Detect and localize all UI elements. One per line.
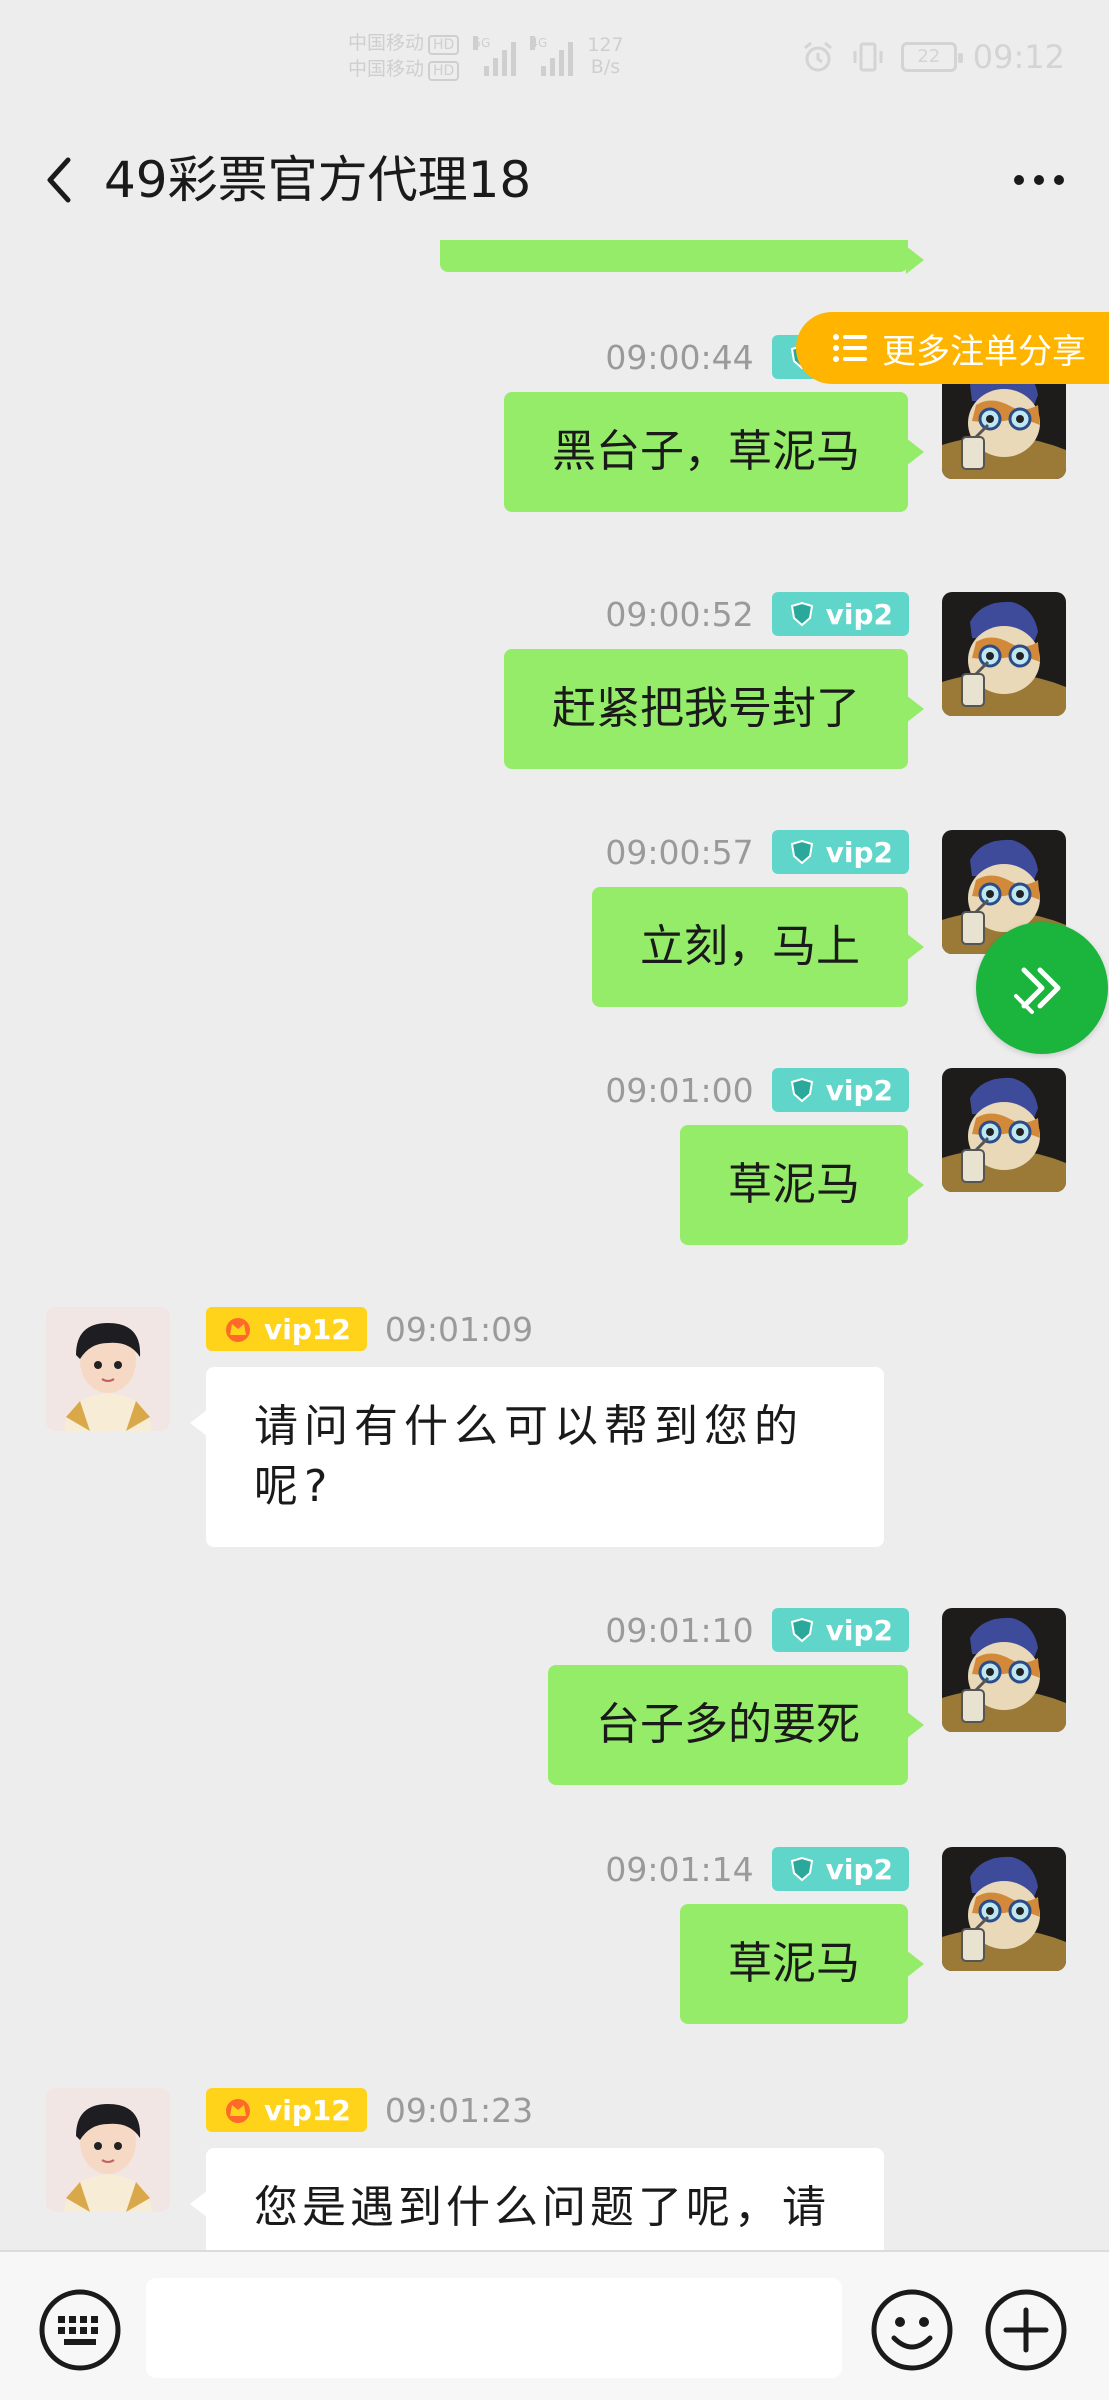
message-bubble[interactable]: 赶紧把我号封了 [504,649,924,769]
vip-badge: vip12 [206,2088,367,2132]
chat-title: 49彩票官方代理18 [104,151,532,209]
network-status: 中国移动 HD 中国移动 HD 5G 4G 127 B/s [348,30,624,82]
hd-badge: HD [428,35,460,55]
message-time: 09:00:44 [605,337,754,377]
message-bubble[interactable]: 黑台子，草泥马 [504,392,924,512]
message-meta: vip12 09:01:09 [206,1307,533,1351]
message-input[interactable] [146,2278,842,2378]
message-row: 09:01:10 vip2 台子多的要死 [0,1608,1109,1785]
vip-badge: vip2 [771,830,909,874]
input-bar [0,2250,1109,2400]
cat-avatar-icon [942,1608,1066,1732]
network-rate: 127 B/s [587,34,624,78]
alarm-icon [803,41,832,72]
message-bubble[interactable]: 草泥马 [680,1125,924,1245]
message-row: vip12 09:01:09 请问有什么可以帮到您的 呢? [0,1307,1109,1547]
message-meta: 09:00:57 vip2 [605,830,909,874]
status-bar: 中国移动 HD 中国移动 HD 5G 4G 127 B/s 22 09:12 [0,0,1109,120]
message-time: 09:01:23 [384,2090,534,2130]
message-bubble[interactable]: 台子多的要死 [548,1665,924,1785]
share-label: 更多注单分享 [882,331,1086,372]
cat-avatar-icon [942,592,1066,716]
signal-5g-icon: 5G [473,36,517,76]
vip-shield-icon [790,1077,813,1103]
chat-header: 49彩票官方代理18 [0,120,1109,240]
message-row: 09:00:52 vip2 赶紧把我号封了 [0,592,1109,769]
message-meta: 09:01:00 vip2 [605,1068,909,1112]
message-time: 09:01:14 [605,1849,754,1889]
smiley-icon[interactable] [870,2288,954,2372]
carrier-list: 中国移动 HD 中国移动 HD [348,30,460,82]
battery-icon: 22 [900,42,963,72]
agent-avatar-icon [46,2088,170,2212]
vip-shield-icon [790,601,813,627]
signal-4g-icon: 4G [530,36,574,76]
vip-shield-icon [790,839,813,865]
message-bubble[interactable]: 草泥马 [680,1904,924,2024]
message-row: 09:01:14 vip2 草泥马 [0,1847,1109,2024]
agent-avatar[interactable] [46,2088,170,2212]
message-meta: 09:00:52 vip2 [605,592,909,636]
message-meta: 09:01:14 vip2 [605,1847,909,1891]
vip-badge: vip2 [771,1608,909,1652]
carrier-1: 中国移动 HD [348,30,460,56]
message-bubble[interactable]: 立刻，马上 [592,887,924,1007]
my-avatar[interactable] [942,1608,1066,1732]
vip-crown-icon [226,2099,250,2123]
message-bubble[interactable]: 您是遇到什么问题了呢，请 [190,2148,884,2250]
more-bet-share-button[interactable]: 更多注单分享 [796,312,1109,384]
agent-avatar[interactable] [46,1307,170,1431]
message-row: 09:01:00 vip2 草泥马 [0,1068,1109,1245]
floating-action-button[interactable] [976,922,1108,1054]
vip-crown-icon [226,1318,250,1342]
vip-shield-icon [790,1617,813,1643]
cat-avatar-icon [942,1847,1066,1971]
plus-circle-icon[interactable] [984,2288,1068,2372]
message-meta: vip12 09:01:23 [206,2088,533,2132]
vibrate-icon [853,42,883,72]
system-status: 22 09:12 [801,38,1065,76]
message-time: 09:00:57 [605,832,754,872]
keyboard-icon[interactable] [38,2288,122,2372]
previous-message-bubble[interactable] [440,240,924,274]
my-avatar[interactable] [942,1068,1066,1192]
my-avatar[interactable] [942,1847,1066,1971]
message-time: 09:01:09 [384,1309,534,1349]
list-icon [833,334,867,362]
agent-avatar-icon [46,1307,170,1431]
my-avatar[interactable] [942,592,1066,716]
message-text-line: 您是遇到什么问题了呢，请 [254,2182,830,2233]
clock: 09:12 [972,38,1065,76]
message-time: 09:01:10 [605,1610,754,1650]
message-time: 09:01:00 [605,1070,754,1110]
cat-avatar-icon [942,1068,1066,1192]
message-text-line: 请问有什么可以帮到您的 [254,1401,804,1452]
vip-badge: vip12 [206,1307,367,1351]
double-chevron-right-icon [1014,967,1061,1014]
message-bubble[interactable]: 请问有什么可以帮到您的 呢? [190,1367,884,1547]
message-row: vip12 09:01:23 您是遇到什么问题了呢，请 [0,2088,1109,2250]
hd-badge: HD [428,61,460,81]
message-time: 09:00:52 [605,594,754,634]
vip-badge: vip2 [771,1847,909,1891]
carrier-2: 中国移动 HD [348,56,460,82]
message-meta: 09:01:10 vip2 [605,1608,909,1652]
vip-badge: vip2 [771,592,909,636]
vip-badge: vip2 [771,1068,909,1112]
message-row: 09:00:57 vip2 立刻，马上 [0,830,1109,1007]
chevron-left-icon[interactable] [40,156,80,204]
message-list[interactable]: 09:00:44 vip2 黑台子，草泥马 09:00:52 vip2 赶紧把我… [0,240,1109,2250]
vip-shield-icon [790,1856,813,1882]
message-text-line: 呢? [254,1461,334,1512]
more-dots-icon[interactable] [1009,160,1069,200]
